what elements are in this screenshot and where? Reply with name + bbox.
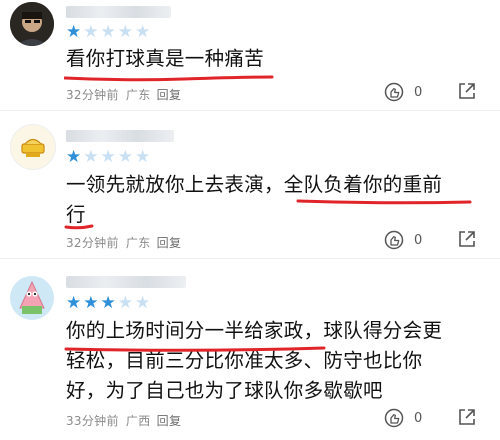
- comment-time: 33分钟前: [66, 414, 119, 428]
- share-icon: [459, 231, 475, 247]
- star-icon: ★: [135, 293, 151, 313]
- thumb-up-icon: [384, 230, 404, 250]
- divider: [0, 110, 500, 111]
- comment-location: 广西: [125, 414, 151, 428]
- star-icon: ★: [100, 147, 116, 167]
- star-icon: ★: [83, 293, 99, 313]
- star-icon: ★: [100, 293, 116, 313]
- comment-meta: 33分钟前 广西 回复: [66, 412, 181, 429]
- star-icon: ★: [135, 147, 151, 167]
- share-button[interactable]: [458, 82, 476, 104]
- avatar[interactable]: [10, 2, 54, 46]
- avatar[interactable]: [10, 124, 56, 170]
- star-icon: ★: [66, 293, 82, 313]
- divider: [0, 258, 500, 259]
- username-blurred[interactable]: [66, 6, 171, 18]
- star-icon: ★: [117, 293, 133, 313]
- like-count: 0: [414, 84, 423, 100]
- comment-meta: 32分钟前 广东 回复: [66, 86, 181, 103]
- comment-line: 轻松，目前三分比你准太多、防守也比你: [66, 349, 423, 372]
- star-icon: ★: [66, 22, 82, 42]
- comment-item: ★ ★ ★ ★ ★ 你的上场时间分一半给家政，球队得分会更 轻松，目前三分比你准太多、防…: [0, 262, 500, 440]
- comment-meta: 32分钟前 广东 回复: [66, 234, 181, 251]
- reply-button[interactable]: 回复: [157, 88, 182, 102]
- share-icon: [459, 83, 475, 99]
- comment-text: 你的上场时间分一半给家政，球队得分会更 轻松，目前三分比你准太多、防守也比你 好…: [66, 316, 476, 406]
- comment-line: 一领先就放你上去表演，全队负着你的重前: [66, 173, 443, 196]
- avatar[interactable]: [10, 276, 54, 320]
- comment-location: 广东: [125, 88, 151, 102]
- comment-time: 32分钟前: [66, 236, 119, 250]
- star-icon: ★: [83, 22, 99, 42]
- comment-time: 32分钟前: [66, 88, 119, 102]
- comment-line: 看你打球真是一种痛苦: [66, 47, 265, 70]
- comment-line: 行: [66, 203, 86, 226]
- share-button[interactable]: [458, 230, 476, 252]
- comment-item: ★ ★ ★ ★ ★ 一领先就放你上去表演，全队负着你的重前 行 32分钟前 广东 回复 …: [0, 112, 500, 258]
- username-blurred[interactable]: [66, 276, 186, 288]
- share-icon: [459, 409, 475, 425]
- rating-stars: ★ ★ ★ ★ ★: [66, 295, 150, 312]
- star-icon: ★: [66, 147, 82, 167]
- like-count: 0: [414, 410, 423, 426]
- red-underline: [64, 75, 274, 82]
- star-icon: ★: [117, 22, 133, 42]
- like-button[interactable]: 0: [384, 82, 422, 102]
- like-button[interactable]: 0: [384, 408, 422, 428]
- star-icon: ★: [83, 147, 99, 167]
- comment-item: ★ ★ ★ ★ ★ 看你打球真是一种痛苦 32分钟前 广东 回复 0: [0, 0, 500, 110]
- rating-stars: ★ ★ ★ ★ ★: [66, 24, 150, 41]
- thumb-up-icon: [384, 408, 404, 428]
- username-blurred[interactable]: [66, 130, 174, 142]
- comment-line: 好，为了自己也为了球队你多歇歇吧: [66, 379, 383, 402]
- share-button[interactable]: [458, 408, 476, 430]
- comment-line: 你的上场时间分一半给家政，球队得分会更: [66, 319, 443, 342]
- reply-button[interactable]: 回复: [157, 236, 182, 250]
- star-icon: ★: [117, 147, 133, 167]
- comment-text: 看你打球真是一种痛苦: [66, 44, 476, 74]
- comment-text: 一领先就放你上去表演，全队负着你的重前 行: [66, 170, 476, 230]
- thumb-up-icon: [384, 82, 404, 102]
- comment-location: 广东: [125, 236, 151, 250]
- like-count: 0: [414, 232, 423, 248]
- rating-stars: ★ ★ ★ ★ ★: [66, 149, 150, 166]
- star-icon: ★: [135, 22, 151, 42]
- like-button[interactable]: 0: [384, 230, 422, 250]
- star-icon: ★: [100, 22, 116, 42]
- reply-button[interactable]: 回复: [157, 414, 182, 428]
